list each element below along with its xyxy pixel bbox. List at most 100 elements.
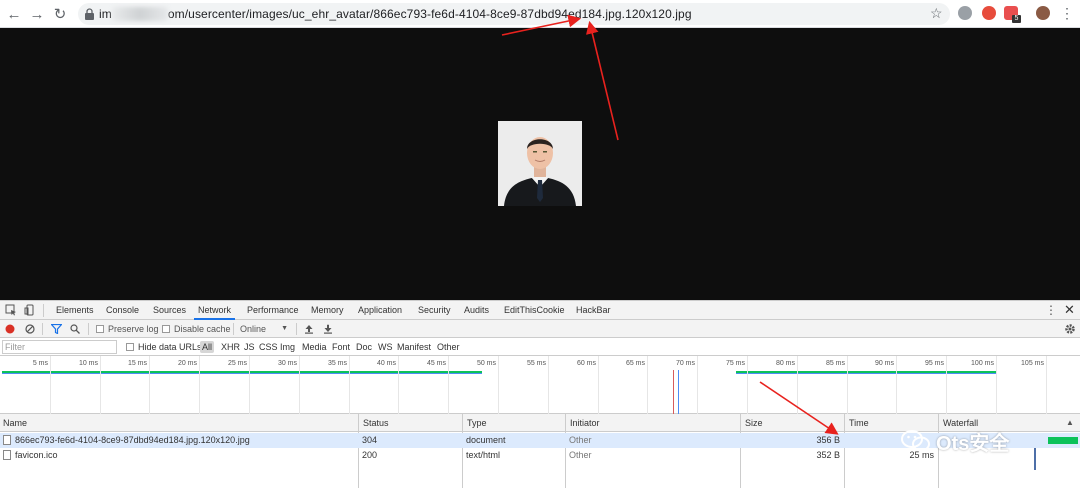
browser-menu-icon[interactable]: ⋮ (1060, 4, 1074, 22)
document-icon (3, 450, 11, 460)
filter-type-ws[interactable]: WS (378, 338, 393, 356)
filter-type-doc[interactable]: Doc (356, 338, 372, 356)
timeline-grid-line (349, 356, 350, 414)
clear-icon[interactable] (25, 324, 35, 334)
cell-status: 304 (362, 435, 378, 445)
tab-application[interactable]: Application (358, 301, 402, 320)
tab-editthiscookie[interactable]: EditThisCookie (504, 301, 565, 320)
filter-type-all[interactable]: All (200, 341, 215, 353)
throttle-select[interactable]: Online ▼ (240, 320, 290, 338)
sort-arrow-icon[interactable]: ▲ (1066, 418, 1074, 427)
filter-type-img[interactable]: Img (280, 338, 295, 356)
filter-type-other[interactable]: Other (437, 338, 460, 356)
timeline-tick-label: 35 ms (327, 360, 347, 367)
load-event-marker (673, 370, 674, 414)
preserve-log-checkbox[interactable]: Preserve log (96, 320, 159, 338)
controls-separator (296, 323, 297, 335)
timeline-grid-line (747, 356, 748, 414)
timeline-tick-label: 10 ms (78, 360, 98, 367)
filter-type-css[interactable]: CSS (259, 338, 278, 356)
tab-sources[interactable]: Sources (153, 301, 186, 320)
timeline-tick-label: 70 ms (675, 360, 695, 367)
timeline-grid-line (548, 356, 549, 414)
tab-separator (43, 304, 44, 317)
settings-gear-icon[interactable] (1064, 323, 1076, 335)
filter-type-media[interactable]: Media (302, 338, 327, 356)
timeline-grid-line (199, 356, 200, 414)
filter-type-xhr[interactable]: XHR (221, 338, 240, 356)
record-icon[interactable] (5, 324, 15, 334)
timeline-grid-line (100, 356, 101, 414)
checkbox-box (162, 325, 170, 333)
checkbox-box (96, 325, 104, 333)
reload-icon[interactable]: ↻ (50, 4, 70, 24)
devtools-tab-bar: Elements Console Sources Network Perform… (0, 301, 1080, 320)
tab-console[interactable]: Console (106, 301, 139, 320)
cell-type: document (466, 435, 506, 445)
timeline-grid-line (50, 356, 51, 414)
tab-audits[interactable]: Audits (464, 301, 489, 320)
profile-avatar-icon[interactable] (1036, 6, 1050, 20)
timeline-grid-line (398, 356, 399, 414)
document-icon (3, 435, 11, 445)
filter-type-js[interactable]: JS (244, 338, 255, 356)
cell-size: 356 B (816, 435, 840, 445)
disable-cache-checkbox[interactable]: Disable cache (162, 320, 231, 338)
column-header-name[interactable]: Name (0, 414, 27, 432)
network-controls: Preserve log Disable cache Online ▼ (0, 320, 1080, 338)
forward-arrow-icon[interactable]: → (27, 4, 47, 24)
timeline-tick-label: 5 ms (32, 360, 48, 367)
timeline-tick-label: 100 ms (971, 360, 994, 367)
domcontentloaded-marker (678, 370, 679, 414)
cell-name: 866ec793-fe6d-4104-8ce9-87dbd94ed184.jpg… (0, 433, 356, 448)
timeline-tick-label: 45 ms (426, 360, 446, 367)
tab-hackbar[interactable]: HackBar (576, 301, 611, 320)
controls-separator (42, 323, 43, 335)
filter-input[interactable]: Filter (2, 340, 117, 354)
hide-data-urls-checkbox[interactable]: Hide data URLs (126, 338, 202, 356)
extension-globe-icon[interactable] (958, 6, 972, 20)
timeline-tick-label: 80 ms (775, 360, 795, 367)
overview-bar-blue (2, 373, 482, 374)
chevron-down-icon: ▼ (281, 325, 288, 332)
close-icon[interactable]: ✕ (1064, 302, 1075, 318)
filter-type-font[interactable]: Font (332, 338, 350, 356)
timeline-grid-line (249, 356, 250, 414)
export-har-icon[interactable] (323, 324, 333, 334)
tab-performance[interactable]: Performance (247, 301, 299, 320)
timeline-tick-label: 95 ms (924, 360, 944, 367)
import-har-icon[interactable] (304, 324, 314, 334)
timeline-grid-line (598, 356, 599, 414)
back-arrow-icon[interactable]: ← (4, 4, 24, 24)
device-toolbar-icon[interactable] (24, 304, 36, 316)
column-header-initiator[interactable]: Initiator (567, 414, 600, 432)
devtools-panel: Elements Console Sources Network Perform… (0, 300, 1080, 488)
timeline-tick-label: 20 ms (177, 360, 197, 367)
devtools-menu-icon[interactable]: ⋮ (1045, 303, 1057, 317)
timeline-tick-label: 85 ms (825, 360, 845, 367)
column-header-type[interactable]: Type (464, 414, 487, 432)
search-icon[interactable] (70, 324, 80, 334)
column-header-time[interactable]: Time (846, 414, 869, 432)
filter-funnel-icon[interactable] (51, 324, 62, 334)
tab-memory[interactable]: Memory (311, 301, 344, 320)
cell-name: favicon.ico (0, 448, 356, 463)
browser-toolbar: ← → ↻ im om/usercenter/images/uc_ehr_avat… (0, 0, 1080, 28)
filter-type-manifest[interactable]: Manifest (397, 338, 431, 356)
extension-cookie-icon[interactable] (982, 6, 996, 20)
tab-network[interactable]: Network (194, 301, 236, 320)
wechat-logo-icon (901, 430, 930, 452)
network-overview-timeline[interactable]: 5 ms 10 ms 15 ms 20 ms 25 ms 30 ms 35 ms 40 ms 4… (0, 356, 1080, 414)
bookmark-star-icon[interactable]: ☆ (930, 5, 943, 22)
tab-elements[interactable]: Elements (56, 301, 94, 320)
timeline-tick-label: 30 ms (277, 360, 297, 367)
address-bar[interactable]: im om/usercenter/images/uc_ehr_avatar/866… (78, 3, 950, 25)
tab-security[interactable]: Security (418, 301, 451, 320)
column-header-size[interactable]: Size (742, 414, 763, 432)
inspect-element-icon[interactable] (5, 304, 17, 316)
image-viewport (0, 28, 1080, 300)
timeline-grid-line (996, 356, 997, 414)
column-header-status[interactable]: Status (360, 414, 389, 432)
checkbox-box (126, 343, 134, 351)
timeline-grid-line (847, 356, 848, 414)
